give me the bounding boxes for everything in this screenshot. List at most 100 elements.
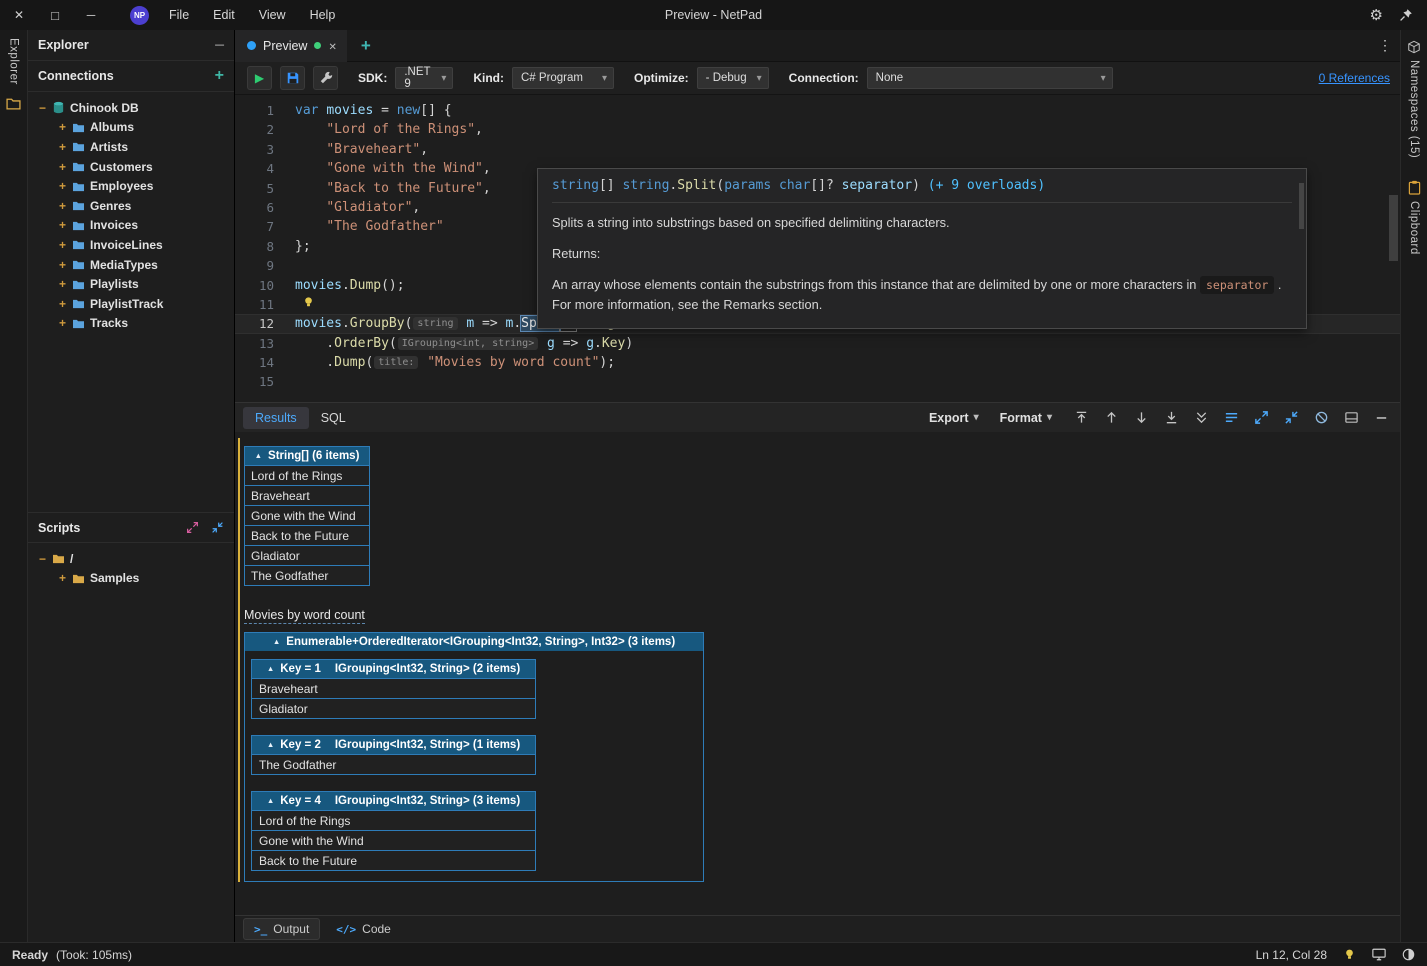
expander-icon[interactable] [58, 297, 67, 311]
rail-item-namespaces[interactable]: Namespaces (15) [1407, 40, 1421, 158]
lightbulb-icon[interactable] [1343, 948, 1356, 961]
array-table-header[interactable]: String[] (6 items) [245, 447, 370, 466]
group-table-header[interactable]: Key = 2IGrouping<Int32, String> (1 items… [251, 735, 536, 755]
save-button[interactable] [280, 66, 305, 90]
rail-explorer-label[interactable]: Explorer [8, 38, 20, 85]
arrow-down-icon[interactable] [1133, 409, 1150, 426]
panel-icon[interactable] [1343, 409, 1360, 426]
optimize-select[interactable]: - Debug [697, 67, 769, 89]
format-dropdown[interactable]: Format [1000, 411, 1052, 425]
tab-output[interactable]: >_ Output [243, 918, 320, 940]
collapse-icon[interactable] [1283, 409, 1300, 426]
tree-item-customers[interactable]: Customers [28, 157, 234, 177]
cursor-position[interactable]: Ln 12, Col 28 [1256, 948, 1327, 962]
collapse-panel-icon[interactable] [215, 38, 224, 52]
tree-item-genres[interactable]: Genres [28, 196, 234, 216]
signature-token: [] [599, 178, 622, 193]
result-row: Back to the Future [245, 526, 370, 546]
expander-icon[interactable] [58, 160, 67, 174]
editor-scrollbar-thumb[interactable] [1389, 195, 1398, 261]
scroll-top-icon[interactable] [1073, 409, 1090, 426]
rail-item-clipboard[interactable]: Clipboard [1408, 180, 1421, 255]
minimize-window-icon[interactable] [84, 8, 98, 22]
tree-item-invoices[interactable]: Invoices [28, 216, 234, 236]
references-link[interactable]: 0 References [1319, 71, 1390, 85]
tree-item-playlists[interactable]: Playlists [28, 274, 234, 294]
export-dropdown[interactable]: Export [929, 411, 979, 425]
group-table: Key = 2IGrouping<Int32, String> (1 items… [251, 735, 536, 775]
chevrons-down-icon[interactable] [1193, 409, 1210, 426]
expander-icon[interactable] [58, 179, 67, 193]
close-tab-icon[interactable] [328, 39, 336, 53]
expander-icon[interactable] [58, 316, 67, 330]
tree-item-invoicelines[interactable]: InvoiceLines [28, 235, 234, 255]
tree-item-mediatypes[interactable]: MediaTypes [28, 255, 234, 275]
line-number: 8 [235, 237, 295, 256]
folder-icon[interactable] [6, 97, 21, 110]
expand-icon[interactable] [1253, 409, 1270, 426]
menu-help[interactable]: Help [300, 4, 346, 26]
sdk-value: .NET 9 [404, 66, 433, 90]
tooltip-scrollbar[interactable] [1299, 183, 1304, 229]
kind-label: Kind: [473, 71, 504, 85]
close-window-icon[interactable] [12, 8, 26, 22]
pin-icon[interactable] [1399, 8, 1413, 22]
settings-gear-icon[interactable] [1370, 6, 1383, 24]
add-connection-icon[interactable] [215, 67, 224, 85]
connection-value: None [876, 72, 904, 84]
editor-scrollbar[interactable] [1389, 95, 1398, 402]
tab-results[interactable]: Results [243, 407, 309, 429]
minimize-icon[interactable] [1373, 409, 1390, 426]
expander-icon[interactable] [58, 218, 67, 232]
tab-preview[interactable]: Preview [235, 30, 347, 62]
connection-label: Connection: [789, 71, 859, 85]
expander-icon[interactable] [58, 238, 67, 252]
tree-item-connection-root[interactable]: Chinook DB [28, 98, 234, 118]
play-icon [255, 71, 264, 85]
collapse-scripts-icon[interactable] [211, 521, 224, 534]
scripts-item-samples[interactable]: Samples [28, 569, 234, 589]
tree-item-albums[interactable]: Albums [28, 118, 234, 138]
line-number: 14 [235, 353, 295, 372]
maximize-window-icon[interactable] [48, 8, 62, 23]
grouping-outer-header[interactable]: Enumerable+OrderedIterator<IGrouping<Int… [245, 633, 703, 651]
ban-icon[interactable] [1313, 409, 1330, 426]
sdk-select[interactable]: .NET 9 [395, 67, 453, 89]
menu-edit[interactable]: Edit [203, 4, 245, 26]
more-options-icon[interactable] [1378, 37, 1392, 54]
new-tab-button[interactable] [361, 36, 371, 56]
tab-code[interactable]: </> Code [326, 919, 401, 939]
menu-file[interactable]: File [159, 4, 199, 26]
code-token: "Lord of the Rings" [326, 122, 475, 137]
download-icon[interactable] [1163, 409, 1180, 426]
expander-icon[interactable] [38, 101, 47, 115]
group-table-header[interactable]: Key = 1IGrouping<Int32, String> (2 items… [251, 659, 536, 679]
tab-sql[interactable]: SQL [309, 407, 358, 429]
expander-icon[interactable] [58, 120, 67, 134]
arrow-up-icon[interactable] [1103, 409, 1120, 426]
expander-icon[interactable] [58, 140, 67, 154]
theme-contrast-icon[interactable] [1402, 948, 1415, 961]
menu-view[interactable]: View [249, 4, 296, 26]
run-button[interactable] [247, 66, 272, 90]
wrap-text-icon[interactable] [1223, 409, 1240, 426]
tree-item-label: PlaylistTrack [90, 297, 163, 311]
expander-icon[interactable] [38, 552, 47, 566]
expander-icon[interactable] [58, 277, 67, 291]
tree-item-tracks[interactable]: Tracks [28, 314, 234, 334]
expander-icon[interactable] [58, 199, 67, 213]
expand-scripts-icon[interactable] [186, 521, 199, 534]
tree-item-playlisttrack[interactable]: PlaylistTrack [28, 294, 234, 314]
properties-button[interactable] [313, 66, 338, 90]
code-editor[interactable]: 1var movies = new[] {2 "Lord of the Ring… [235, 95, 1400, 402]
connection-select[interactable]: None [867, 67, 1113, 89]
kind-select[interactable]: C# Program [512, 67, 614, 89]
tree-item-employees[interactable]: Employees [28, 176, 234, 196]
monitor-icon[interactable] [1372, 948, 1386, 961]
group-table-header[interactable]: Key = 4IGrouping<Int32, String> (3 items… [251, 791, 536, 811]
expander-icon[interactable] [58, 258, 67, 272]
expander-icon[interactable] [58, 571, 67, 585]
lightbulb-icon[interactable] [303, 296, 314, 308]
scripts-item-root[interactable]: / [28, 549, 234, 569]
tree-item-artists[interactable]: Artists [28, 137, 234, 157]
